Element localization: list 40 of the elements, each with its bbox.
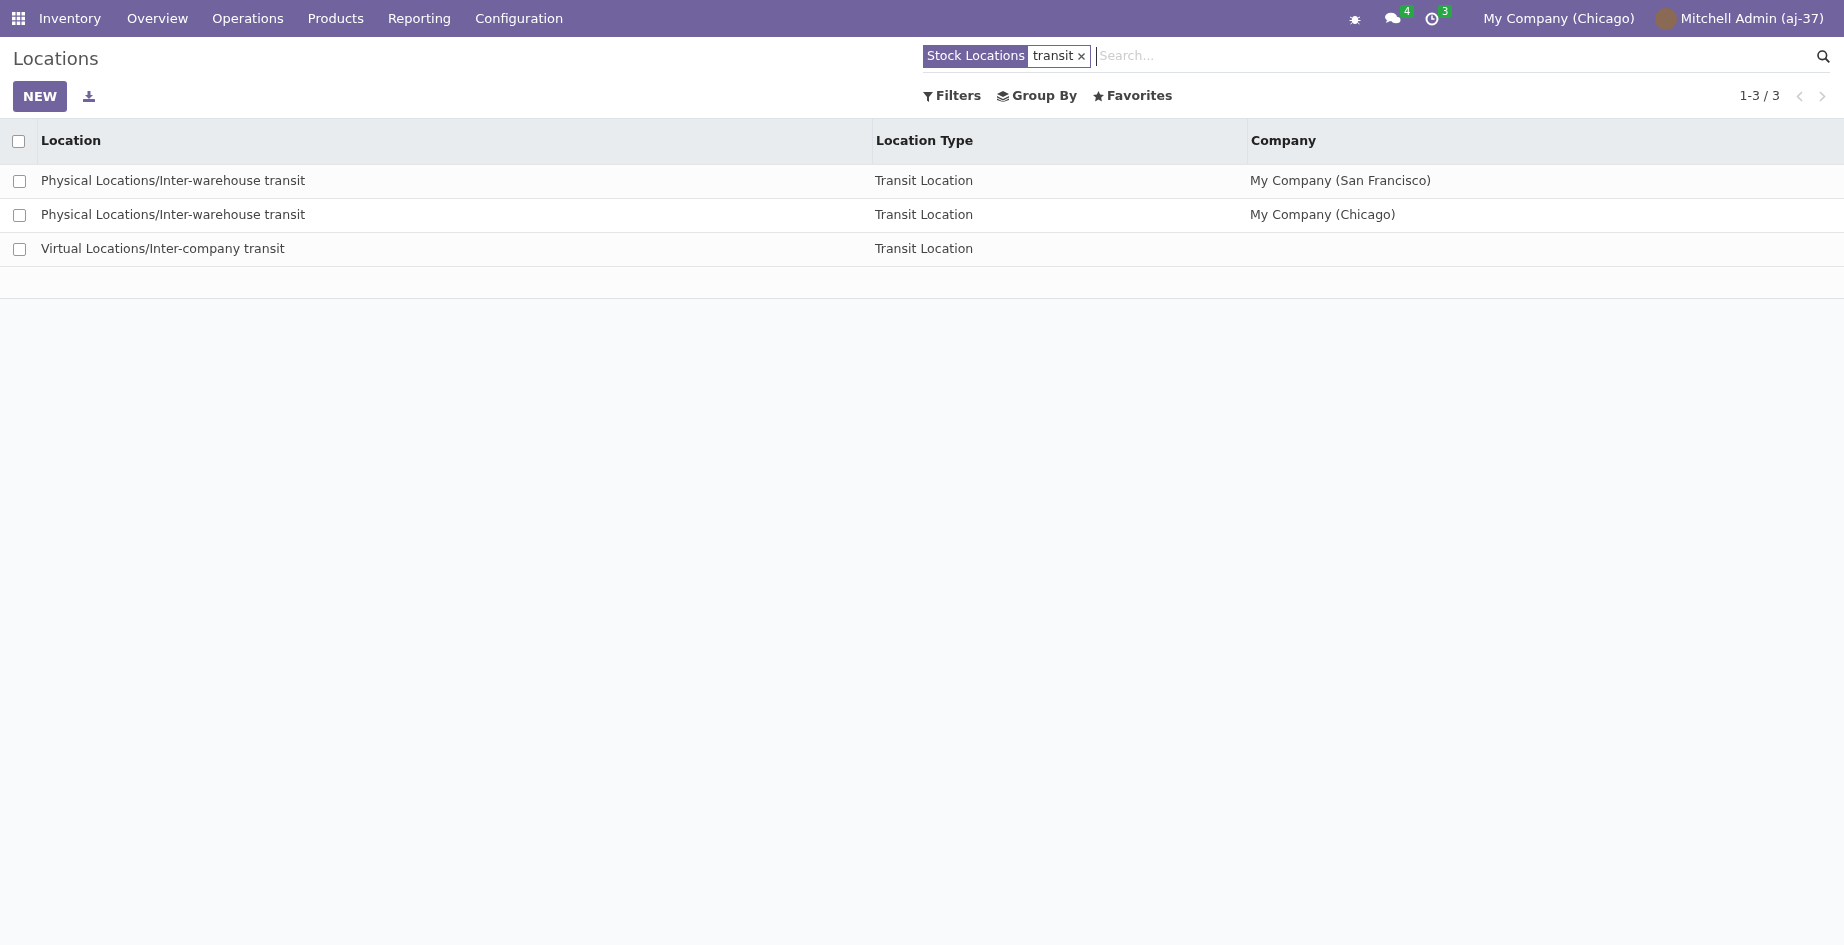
menu-item[interactable]: Reporting xyxy=(375,8,464,29)
pager-value: 1-3 / 3 xyxy=(1739,87,1780,106)
group-by-button[interactable]: Group By xyxy=(997,87,1078,106)
new-button[interactable]: NEW xyxy=(13,80,68,113)
facet-label: Stock Locations xyxy=(924,46,1028,67)
table-cell: Transit Location xyxy=(875,173,974,189)
user-menu[interactable]: Mitchell Admin (aj-37) xyxy=(1676,8,1836,29)
table-cell: Physical Locations/Inter-warehouse transit xyxy=(41,173,306,189)
table-cell: Virtual Locations/Inter-company transit xyxy=(41,241,285,257)
avatar-circle xyxy=(1654,7,1677,30)
menu-item[interactable]: Products xyxy=(295,8,376,29)
star-icon xyxy=(1093,91,1105,102)
chat-icon[interactable] xyxy=(1385,12,1402,25)
count-badge: 3 xyxy=(1438,4,1453,18)
menu-item[interactable]: Operations xyxy=(200,8,296,29)
select-all-checkbox[interactable] xyxy=(12,135,25,149)
row-checkbox[interactable] xyxy=(12,243,26,257)
page-title: Locations xyxy=(13,47,100,72)
company-switcher[interactable]: My Company (Chicago) xyxy=(1471,8,1647,29)
table-cell: Transit Location xyxy=(875,207,974,223)
layers-icon xyxy=(997,91,1010,102)
favorites-button[interactable]: Favorites xyxy=(1093,87,1173,106)
menu-item[interactable]: Overview xyxy=(115,8,201,29)
table-cell: Transit Location xyxy=(875,241,974,257)
search-icon[interactable] xyxy=(1817,49,1830,63)
table-cell: Physical Locations/Inter-warehouse transit xyxy=(41,207,306,223)
count-badge: 4 xyxy=(1400,5,1415,18)
column-header[interactable]: Location xyxy=(38,132,872,152)
filters-button[interactable]: Filters xyxy=(923,87,982,106)
download-icon[interactable] xyxy=(83,91,96,102)
row-checkbox[interactable] xyxy=(12,175,26,189)
table-cell: My Company (San Francisco) xyxy=(1250,173,1432,189)
app-name[interactable]: Inventory xyxy=(25,8,116,29)
row-checkbox[interactable] xyxy=(12,209,26,223)
filter-icon xyxy=(923,91,933,102)
menu-item[interactable]: Configuration xyxy=(463,8,576,29)
clock-icon[interactable] xyxy=(1425,11,1440,26)
apps-menu-icon[interactable] xyxy=(12,12,25,25)
table-cell: My Company (Chicago) xyxy=(1250,207,1396,223)
facet-value: transit xyxy=(1031,47,1075,65)
